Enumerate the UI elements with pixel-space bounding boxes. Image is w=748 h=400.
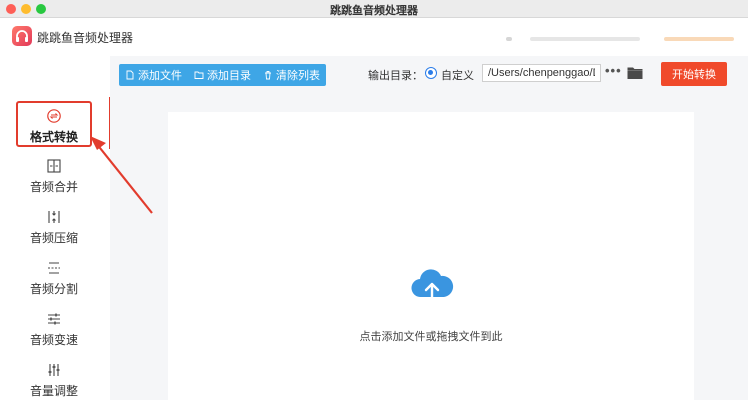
add-file-label: 添加文件 (138, 70, 182, 82)
app-name: 跳跳鱼音频处理器 (37, 31, 134, 45)
compress-icon (48, 211, 60, 223)
sidebar-item-split[interactable]: 音频分割 (16, 260, 92, 306)
sidebar-item-compress[interactable]: 音频压缩 (16, 209, 92, 255)
sidebar-item-merge[interactable]: 音频合并 (16, 158, 92, 204)
sidebar-item-speed[interactable]: 音频变速 (16, 311, 92, 357)
header-decoration (664, 37, 734, 41)
app-header: 跳跳鱼音频处理器 (0, 18, 748, 56)
file-actions-group: 添加文件 添加目录 清除列表 (119, 64, 326, 86)
sidebar-item-label: 音量调整 (29, 384, 78, 398)
title-bar: 跳跳鱼音频处理器 (0, 0, 748, 18)
sidebar-item-volume[interactable]: 音量调整 (16, 362, 92, 400)
sidebar-item-label: 音频压缩 (29, 231, 78, 245)
sidebar-item-label: 格式转换 (29, 130, 78, 144)
output-path-input[interactable] (482, 64, 601, 82)
start-convert-button[interactable]: 开始转换 (661, 62, 727, 86)
add-directory-button[interactable]: 添加目录 (194, 67, 251, 83)
header-decoration (506, 37, 512, 41)
file-drop-zone[interactable]: 点击添加文件或拖拽文件到此 (168, 112, 694, 400)
add-file-button[interactable]: 添加文件 (125, 67, 182, 83)
file-icon (126, 70, 134, 80)
drop-hint-text: 点击添加文件或拖拽文件到此 (359, 331, 503, 343)
merge-icon (47, 159, 61, 173)
open-folder-icon[interactable] (627, 66, 643, 80)
main-content: 点击添加文件或拖拽文件到此 (110, 96, 748, 400)
volume-icon (48, 364, 60, 376)
sidebar: 格式转换 音频合并 音频压缩 音频分割 音频变速 音量调整 (0, 56, 110, 400)
clear-list-label: 清除列表 (276, 70, 320, 82)
add-directory-label: 添加目录 (207, 70, 251, 82)
split-icon (48, 262, 60, 274)
window-title: 跳跳鱼音频处理器 (330, 5, 418, 17)
custom-output-radio-label[interactable]: 自定义 (441, 67, 474, 83)
output-directory-label: 输出目录： (368, 70, 423, 82)
speed-icon (48, 313, 60, 325)
header-decoration (530, 37, 640, 41)
format-convert-icon (47, 109, 61, 123)
trash-icon (265, 71, 271, 80)
sidebar-item-label: 音频变速 (29, 333, 78, 347)
sidebar-item-format-convert[interactable]: 格式转换 (16, 101, 92, 147)
toolbar: 添加文件 添加目录 清除列表 输出目录： 自定义 ••• 开始转换 (110, 56, 748, 96)
app-logo-icon (12, 26, 32, 46)
folder-icon (194, 71, 204, 79)
custom-output-radio[interactable] (425, 67, 437, 79)
sidebar-item-label: 音频合并 (29, 180, 78, 194)
cloud-upload-icon (411, 269, 454, 305)
sidebar-item-label: 音频分割 (29, 282, 78, 296)
clear-list-button[interactable]: 清除列表 (263, 67, 320, 83)
more-options-button[interactable]: ••• (605, 63, 622, 78)
